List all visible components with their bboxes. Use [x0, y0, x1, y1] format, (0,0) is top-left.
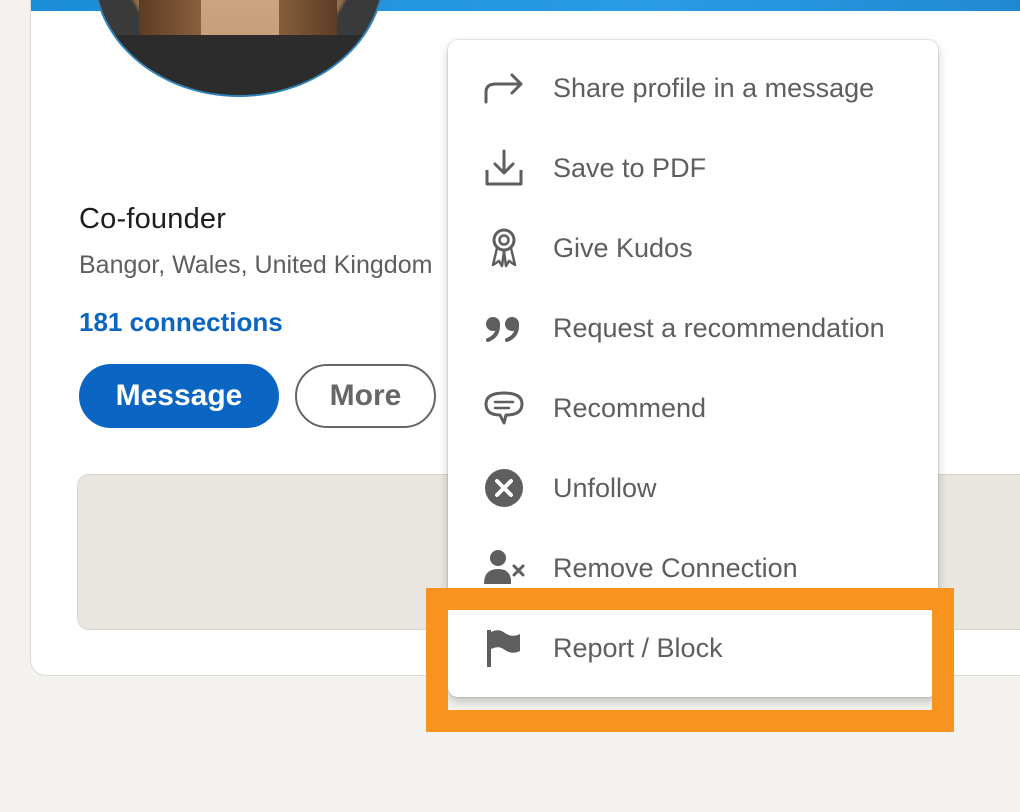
menu-item-unfollow[interactable]: Unfollow — [448, 448, 938, 528]
speech-bubble-icon — [484, 391, 524, 425]
menu-item-request-recommendation[interactable]: Request a recommendation — [448, 288, 938, 368]
download-icon — [485, 149, 523, 186]
menu-item-label: Request a recommendation — [553, 313, 885, 343]
flag-icon — [487, 630, 520, 667]
menu-item-label: Recommend — [553, 393, 707, 423]
close-circle-icon — [485, 469, 523, 507]
menu-item-label: Give Kudos — [553, 233, 693, 263]
share-arrow-icon — [484, 73, 523, 104]
menu-item-label: Remove Connection — [553, 553, 798, 583]
menu-item-label: Report / Block — [553, 633, 723, 663]
menu-item-label: Share profile in a message — [553, 73, 875, 103]
menu-item-recommend[interactable]: Recommend — [448, 368, 938, 448]
menu-item-remove-connection[interactable]: Remove Connection — [448, 528, 938, 608]
menu-item-report-block[interactable]: Report / Block — [448, 608, 938, 688]
profile-location: Bangor, Wales, United Kingdom — [79, 251, 433, 279]
message-button[interactable]: Message — [79, 364, 279, 428]
more-actions-dropdown: Share profile in a message Save to PDF G… — [448, 40, 938, 697]
award-ribbon-icon — [491, 228, 517, 268]
connections-link[interactable]: 181 connections — [79, 307, 283, 338]
menu-item-save-to-pdf[interactable]: Save to PDF — [448, 128, 938, 208]
menu-item-give-kudos[interactable]: Give Kudos — [448, 208, 938, 288]
quote-icon — [486, 317, 519, 342]
more-button[interactable]: More — [295, 364, 436, 428]
menu-item-share-profile[interactable]: Share profile in a message — [448, 48, 938, 128]
menu-item-label: Save to PDF — [553, 153, 707, 183]
menu-item-label: Unfollow — [553, 473, 657, 503]
remove-person-icon — [484, 550, 525, 584]
avatar[interactable] — [93, 0, 385, 97]
avatar-shirt — [95, 35, 383, 95]
profile-headline: Co-founder — [79, 203, 227, 235]
